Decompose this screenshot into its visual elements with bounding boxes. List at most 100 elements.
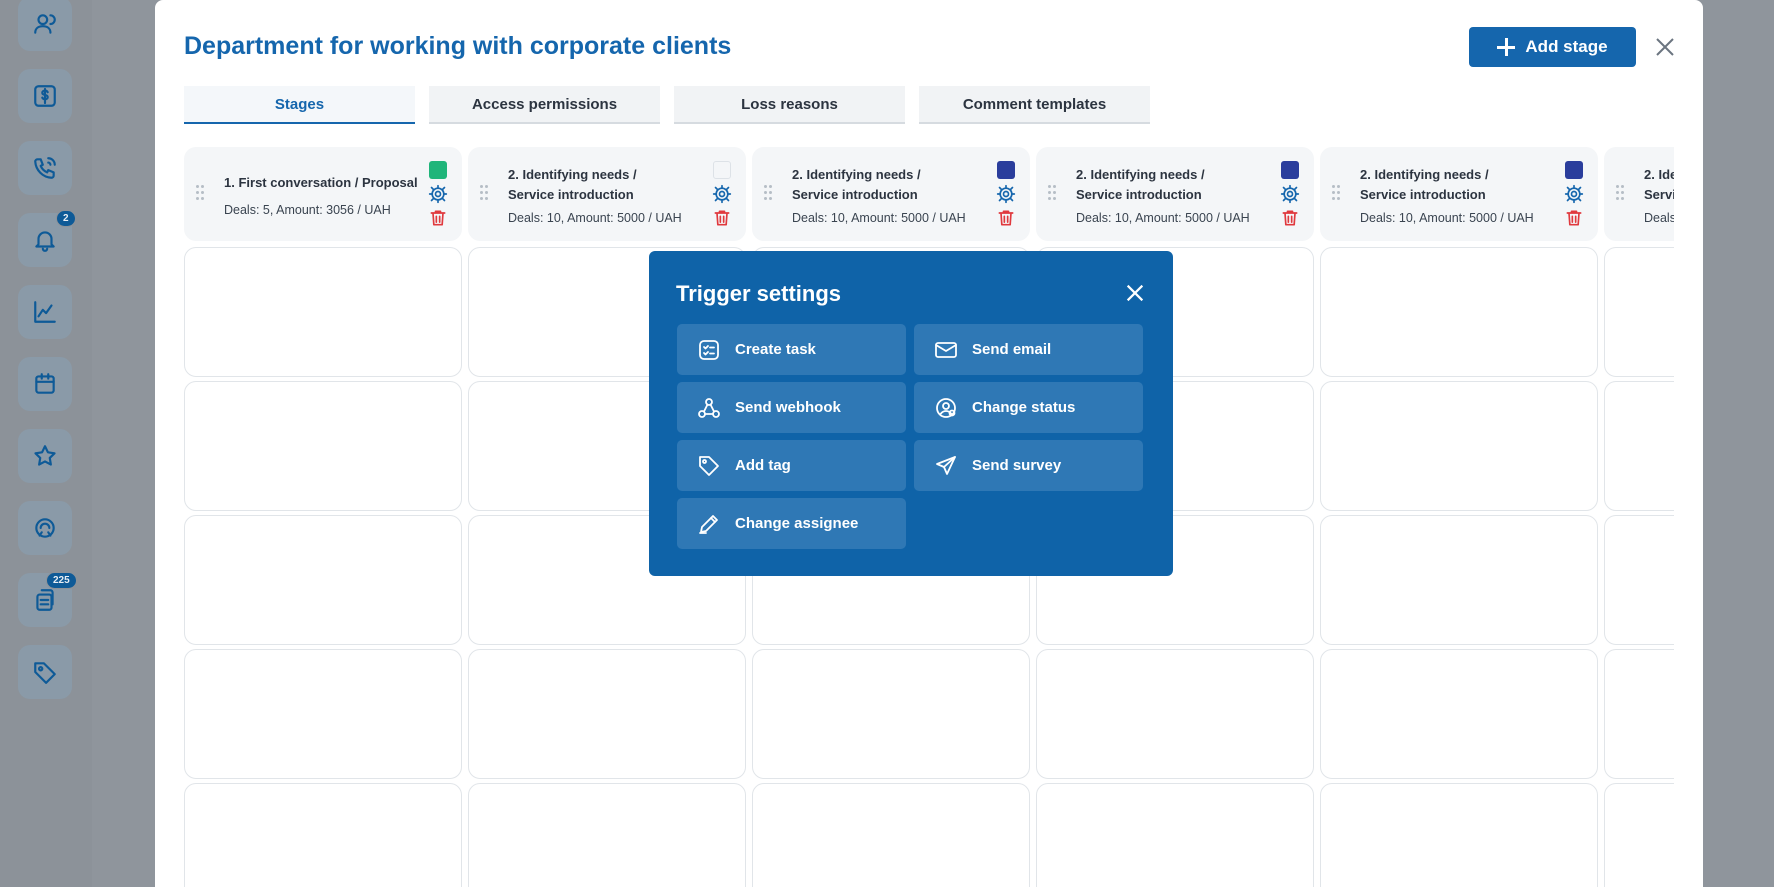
stage-card[interactable]: 2. Identifying needs / Service introduct… <box>1604 147 1674 241</box>
stage-color-swatch[interactable] <box>713 161 731 179</box>
contacts-icon <box>34 14 56 34</box>
drag-handle-icon[interactable] <box>196 185 206 201</box>
stage-color-swatch[interactable] <box>429 161 447 179</box>
popup-title: Trigger settings <box>676 281 842 306</box>
change-status-button[interactable]: Change status <box>914 382 1143 433</box>
stage-column-cell <box>752 649 1030 779</box>
stage-column-cell <box>752 783 1030 887</box>
change-assignee-button[interactable]: Change assignee <box>677 498 906 549</box>
trash-icon <box>714 210 730 226</box>
webhook-icon <box>698 397 720 418</box>
calendar-nav-button[interactable] <box>18 357 72 411</box>
stage-settings-button[interactable] <box>428 184 448 204</box>
stage-column-cell <box>1604 247 1674 377</box>
trash-icon <box>998 210 1014 226</box>
stage-name: 2. Identifying needs / Service introduct… <box>1076 167 1205 202</box>
drag-handle-icon[interactable] <box>764 185 774 201</box>
stage-column-cell <box>1320 649 1598 779</box>
drag-handle-icon[interactable] <box>1616 185 1626 201</box>
action-label: Add tag <box>735 457 791 474</box>
calls-nav-button[interactable] <box>18 141 72 195</box>
finance-nav-button[interactable] <box>18 69 72 123</box>
stage-color-swatch[interactable] <box>1565 161 1583 179</box>
gear-icon <box>1280 184 1300 204</box>
stage-delete-button[interactable] <box>1280 208 1300 228</box>
send-survey-button[interactable]: Send survey <box>914 440 1143 491</box>
tab-stages[interactable]: Stages <box>184 86 415 124</box>
stage-delete-button[interactable] <box>712 208 732 228</box>
stage-delete-button[interactable] <box>428 208 448 228</box>
stage-column-cell <box>184 649 462 779</box>
trash-icon <box>430 210 446 226</box>
add-stage-label: Add stage <box>1525 37 1608 56</box>
tags-nav-button[interactable] <box>18 645 72 699</box>
stage-column-cell <box>184 515 462 645</box>
stage-meta: Deals: 10, Amount: 5000 / UAH <box>1644 211 1674 225</box>
stage-settings-button[interactable] <box>712 184 732 204</box>
status-icon <box>936 397 956 418</box>
support-nav-button[interactable] <box>18 501 72 555</box>
stage-card[interactable]: 2. Identifying needs / Service introduct… <box>1036 147 1314 241</box>
stage-card[interactable]: 2. Identifying needs / Service introduct… <box>1320 147 1598 241</box>
tab-access-permissions[interactable]: Access permissions <box>429 86 660 124</box>
gear-icon <box>1564 184 1584 204</box>
stage-column-cell <box>184 381 462 511</box>
notifications-badge: 2 <box>56 210 76 227</box>
stage-meta: Deals: 10, Amount: 5000 / UAH <box>508 211 682 225</box>
modal-close-button[interactable] <box>1653 35 1677 59</box>
stage-card[interactable]: 2. Identifying needs / Service introduct… <box>468 147 746 241</box>
analytics-nav-button[interactable] <box>18 285 72 339</box>
modal-title: Department for working with corporate cl… <box>184 32 732 60</box>
tag-icon <box>699 455 719 476</box>
stage-column-cell <box>1604 515 1674 645</box>
tab-bar: Stages Access permissions Loss reasons C… <box>184 86 1150 124</box>
stage-card[interactable]: 2. Identifying needs / Service introduct… <box>752 147 1030 241</box>
contacts-nav-button[interactable] <box>18 0 72 51</box>
add-tag-button[interactable]: Add tag <box>677 440 906 491</box>
send-icon <box>936 455 956 475</box>
popup-close-button[interactable] <box>1124 282 1146 304</box>
stage-color-swatch[interactable] <box>997 161 1015 179</box>
stage-delete-button[interactable] <box>996 208 1016 228</box>
drag-handle-icon[interactable] <box>480 185 490 201</box>
task-icon <box>699 339 719 360</box>
stage-delete-button[interactable] <box>1564 208 1584 228</box>
pencil-icon <box>699 514 718 534</box>
trigger-settings-popup: Trigger settings Create task Send email … <box>649 251 1173 576</box>
stage-column-cell <box>468 783 746 887</box>
mail-icon <box>935 341 957 358</box>
add-stage-button[interactable]: Add stage <box>1469 27 1636 67</box>
stage-meta: Deals: 10, Amount: 5000 / UAH <box>1360 211 1534 225</box>
trash-icon <box>1282 210 1298 226</box>
tag-icon <box>34 662 56 684</box>
gear-icon <box>996 184 1016 204</box>
stage-settings-button[interactable] <box>1280 184 1300 204</box>
stage-column-cell <box>1604 783 1674 887</box>
stage-name: 2. Identifying needs / Service introduct… <box>1360 167 1489 202</box>
gear-icon <box>428 184 448 204</box>
stage-column-cell <box>184 247 462 377</box>
stage-settings-button[interactable] <box>1564 184 1584 204</box>
send-email-button[interactable]: Send email <box>914 324 1143 375</box>
drag-handle-icon[interactable] <box>1048 185 1058 201</box>
drag-handle-icon[interactable] <box>1332 185 1342 201</box>
chart-icon <box>34 301 56 323</box>
star-icon <box>34 445 56 466</box>
stage-card[interactable]: 1. First conversation / Proposal Deals: … <box>184 147 462 241</box>
stage-settings-button[interactable] <box>996 184 1016 204</box>
action-label: Change status <box>972 399 1076 416</box>
stage-column-cell <box>1320 381 1598 511</box>
stage-meta: Deals: 10, Amount: 5000 / UAH <box>1076 211 1250 225</box>
create-task-button[interactable]: Create task <box>677 324 906 375</box>
action-label: Send survey <box>972 457 1062 474</box>
stage-name: 2. Identifying needs / Service introduct… <box>792 167 921 202</box>
favorites-nav-button[interactable] <box>18 429 72 483</box>
stage-column-cell <box>1604 381 1674 511</box>
tab-loss-reasons[interactable]: Loss reasons <box>674 86 905 124</box>
send-webhook-button[interactable]: Send webhook <box>677 382 906 433</box>
stage-column-cell <box>1320 783 1598 887</box>
close-icon <box>1126 284 1144 302</box>
stage-color-swatch[interactable] <box>1281 161 1299 179</box>
tab-comment-templates[interactable]: Comment templates <box>919 86 1150 124</box>
stage-column-cell <box>1604 649 1674 779</box>
